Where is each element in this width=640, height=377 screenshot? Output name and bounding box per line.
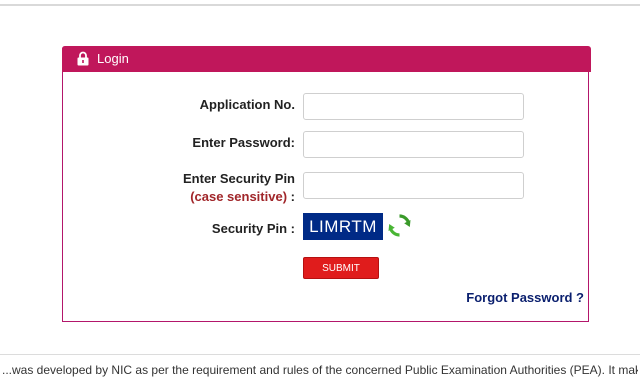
- submit-button[interactable]: SUBMIT: [303, 257, 379, 279]
- login-panel: Login Application No. Enter Password: En…: [62, 46, 591, 322]
- security-pin-colon: :: [290, 189, 295, 204]
- captcha-label: Security Pin :: [211, 221, 295, 236]
- forgot-password-link[interactable]: Forgot Password ?: [466, 290, 584, 305]
- application-no-label: Application No.: [199, 97, 295, 112]
- application-no-input[interactable]: [303, 93, 524, 120]
- password-label: Enter Password:: [192, 135, 295, 150]
- top-divider: [0, 4, 640, 6]
- captcha-image: LIMRTM: [303, 213, 383, 240]
- panel-title: Login: [97, 51, 129, 66]
- bottom-divider: [0, 354, 640, 355]
- footer-text: ...was developed by NIC as per the requi…: [2, 363, 638, 377]
- password-input[interactable]: [303, 131, 524, 158]
- refresh-icon[interactable]: [387, 213, 412, 238]
- login-panel-header: Login: [62, 46, 591, 72]
- security-pin-label-block: Enter Security Pin (case sensitive) :: [183, 170, 295, 206]
- security-pin-note-line: (case sensitive) :: [183, 188, 295, 206]
- lock-icon: [77, 51, 89, 66]
- case-sensitive-note: (case sensitive): [190, 189, 288, 204]
- security-pin-label: Enter Security Pin: [183, 171, 295, 186]
- security-pin-input[interactable]: [303, 172, 524, 199]
